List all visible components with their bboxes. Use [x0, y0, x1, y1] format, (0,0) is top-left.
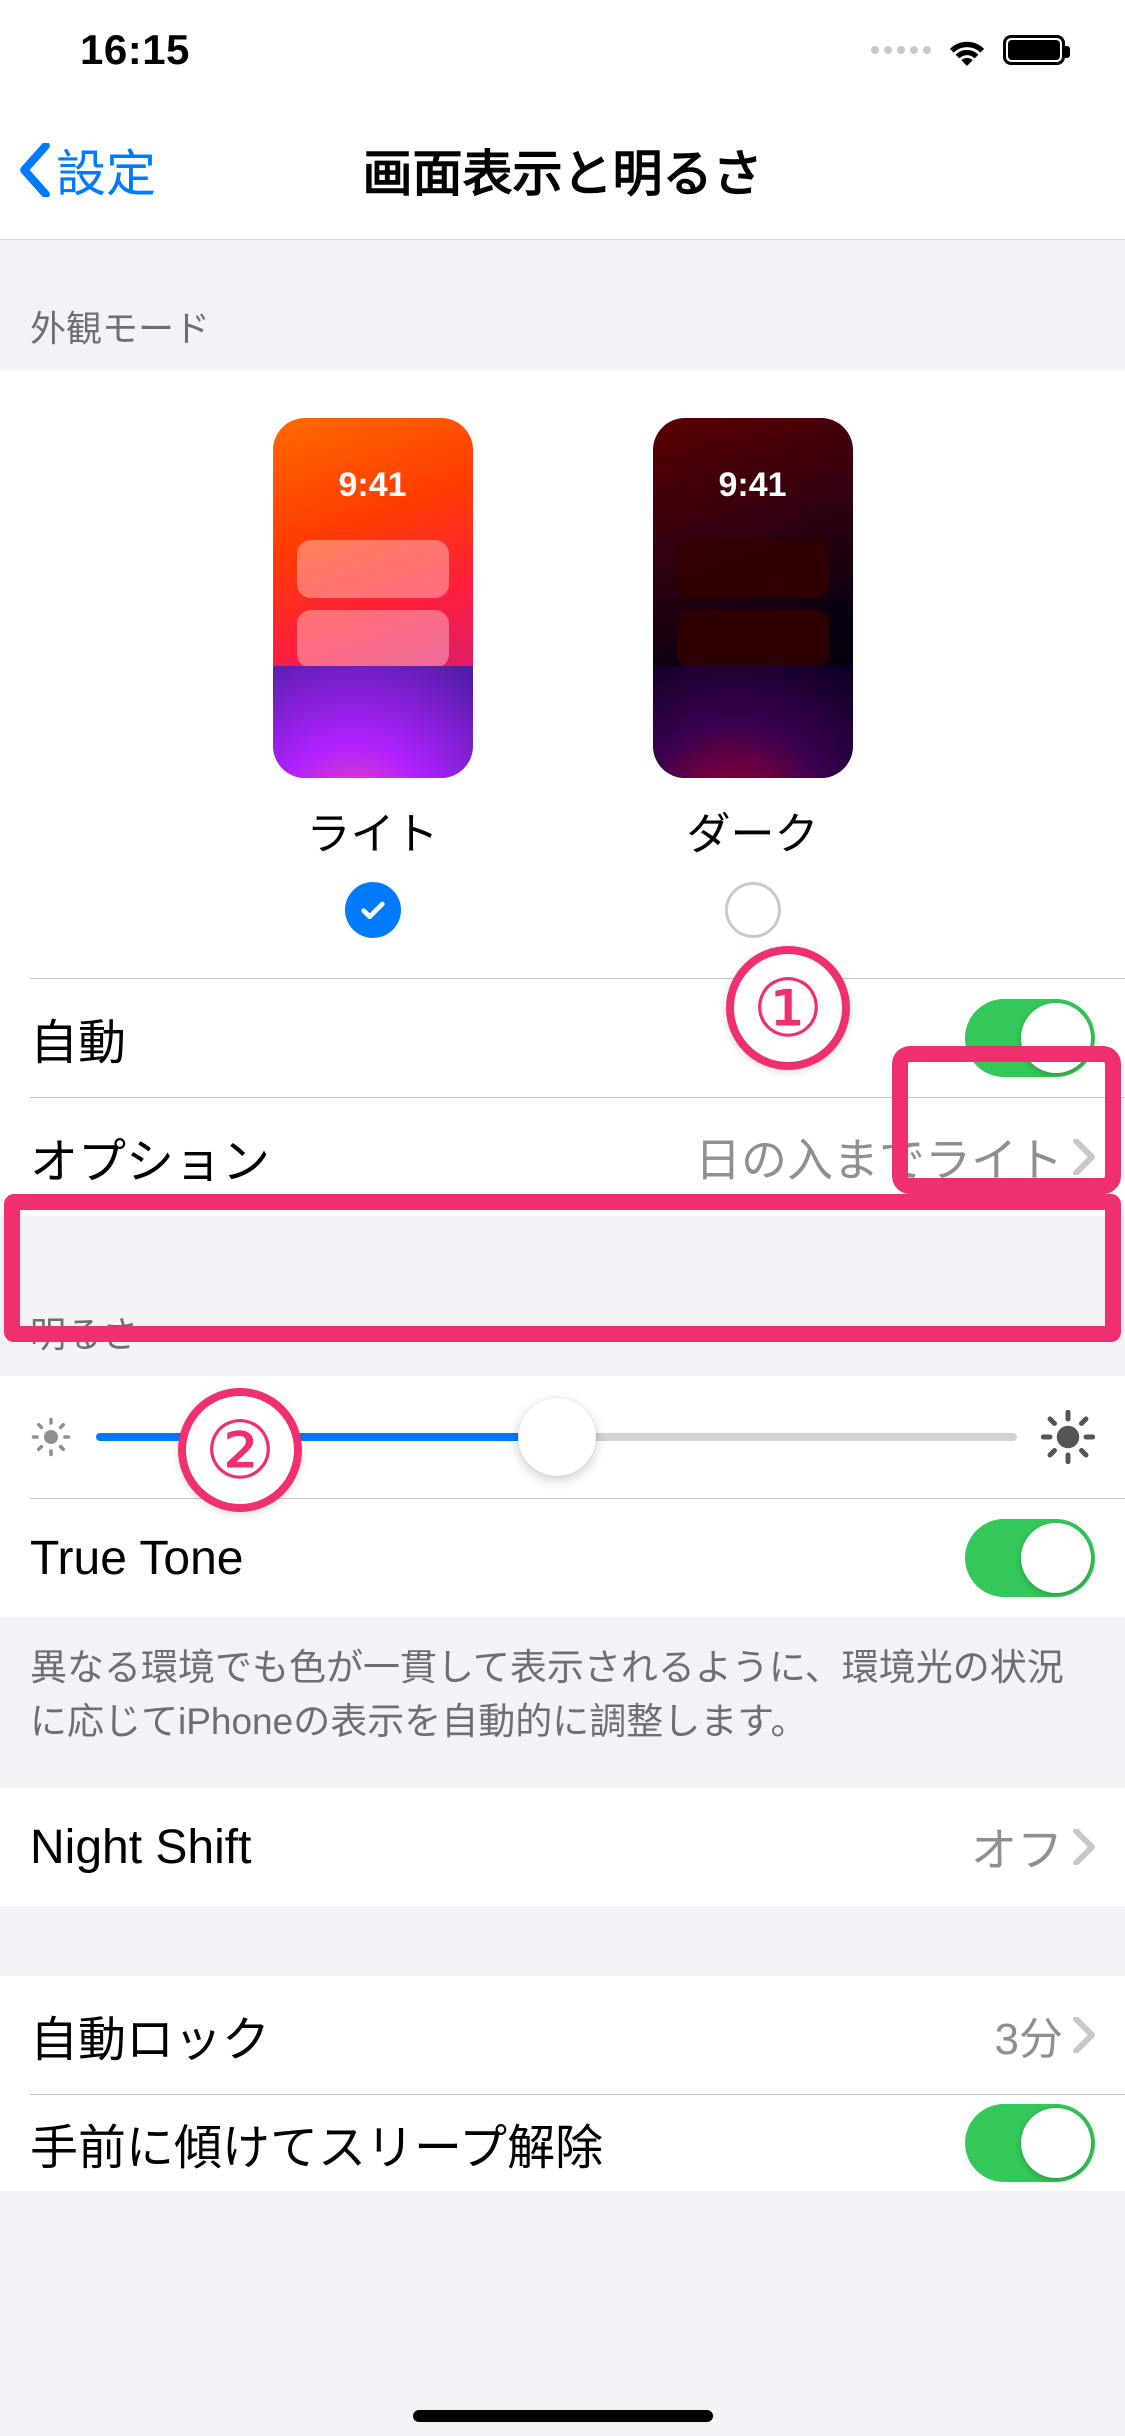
appearance-option-dark[interactable]: 9:41 ダーク — [653, 418, 853, 938]
true-tone-row: True Tone — [0, 1499, 1125, 1617]
wifi-icon — [945, 34, 989, 66]
brightness-group: True Tone — [0, 1376, 1125, 1617]
annotation-badge-1: ① — [726, 946, 850, 1070]
options-value: 日の入までライト — [695, 1124, 1095, 1190]
thumb-time: 9:41 — [273, 466, 473, 505]
status-bar: 16:15 — [0, 0, 1125, 100]
appearance-option-light[interactable]: 9:41 ライト — [273, 418, 473, 938]
light-radio-checked[interactable] — [345, 882, 401, 938]
raise-to-wake-toggle[interactable] — [965, 2104, 1095, 2182]
chevron-right-icon — [1073, 1139, 1095, 1175]
true-tone-label: True Tone — [30, 1531, 243, 1586]
auto-lock-label: 自動ロック — [30, 2000, 270, 2070]
back-label: 設定 — [56, 134, 156, 206]
chevron-right-icon — [1073, 2017, 1095, 2053]
chevron-right-icon — [1073, 1829, 1095, 1865]
raise-to-wake-row: 手前に傾けてスリープ解除 — [0, 2095, 1125, 2191]
slider-knob[interactable] — [518, 1398, 596, 1476]
light-preview-thumb: 9:41 — [273, 418, 473, 778]
light-label: ライト — [307, 798, 439, 862]
automatic-toggle[interactable] — [965, 999, 1095, 1077]
cellular-dots-icon — [871, 46, 931, 54]
night-shift-value: オフ — [971, 1814, 1095, 1880]
slider-fill — [96, 1433, 557, 1441]
thumb-time: 9:41 — [653, 466, 853, 505]
true-tone-toggle[interactable] — [965, 1519, 1095, 1597]
home-indicator — [413, 2410, 713, 2422]
raise-to-wake-label: 手前に傾けてスリープ解除 — [30, 2108, 603, 2178]
automatic-label: 自動 — [30, 1003, 126, 1073]
dark-radio-unchecked[interactable] — [725, 882, 781, 938]
auto-lock-row[interactable]: 自動ロック 3分 — [0, 1976, 1125, 2094]
status-right — [871, 34, 1065, 66]
night-shift-row[interactable]: Night Shift オフ — [0, 1788, 1125, 1906]
annotation-badge-2: ② — [178, 1388, 302, 1512]
night-shift-group: Night Shift オフ — [0, 1788, 1125, 1906]
dark-preview-thumb: 9:41 — [653, 418, 853, 778]
battery-icon — [1003, 35, 1065, 65]
nav-bar: 設定 画面表示と明るさ — [0, 100, 1125, 240]
true-tone-footer: 異なる環境でも色が一貫して表示されるように、環境光の状況に応じてiPhoneの表… — [0, 1617, 1125, 1788]
back-button[interactable]: 設定 — [0, 134, 156, 206]
automatic-row: 自動 — [0, 979, 1125, 1097]
brightness-header: 明るさ — [0, 1216, 1125, 1376]
autolock-group: 自動ロック 3分 手前に傾けてスリープ解除 — [0, 1976, 1125, 2191]
night-shift-label: Night Shift — [30, 1820, 251, 1875]
appearance-header: 外観モード — [0, 240, 1125, 370]
sun-small-icon — [30, 1416, 72, 1458]
auto-lock-value: 3分 — [995, 2003, 1095, 2067]
options-row[interactable]: オプション 日の入までライト — [0, 1098, 1125, 1216]
appearance-group: 9:41 ライト 9:41 ダーク 自動 オプション 日の入までライト — [0, 370, 1125, 1216]
options-label: オプション — [30, 1122, 270, 1192]
page-title: 画面表示と明るさ — [0, 134, 1125, 206]
status-time: 16:15 — [80, 26, 190, 74]
dark-label: ダーク — [687, 798, 819, 862]
sun-large-icon — [1041, 1410, 1095, 1464]
